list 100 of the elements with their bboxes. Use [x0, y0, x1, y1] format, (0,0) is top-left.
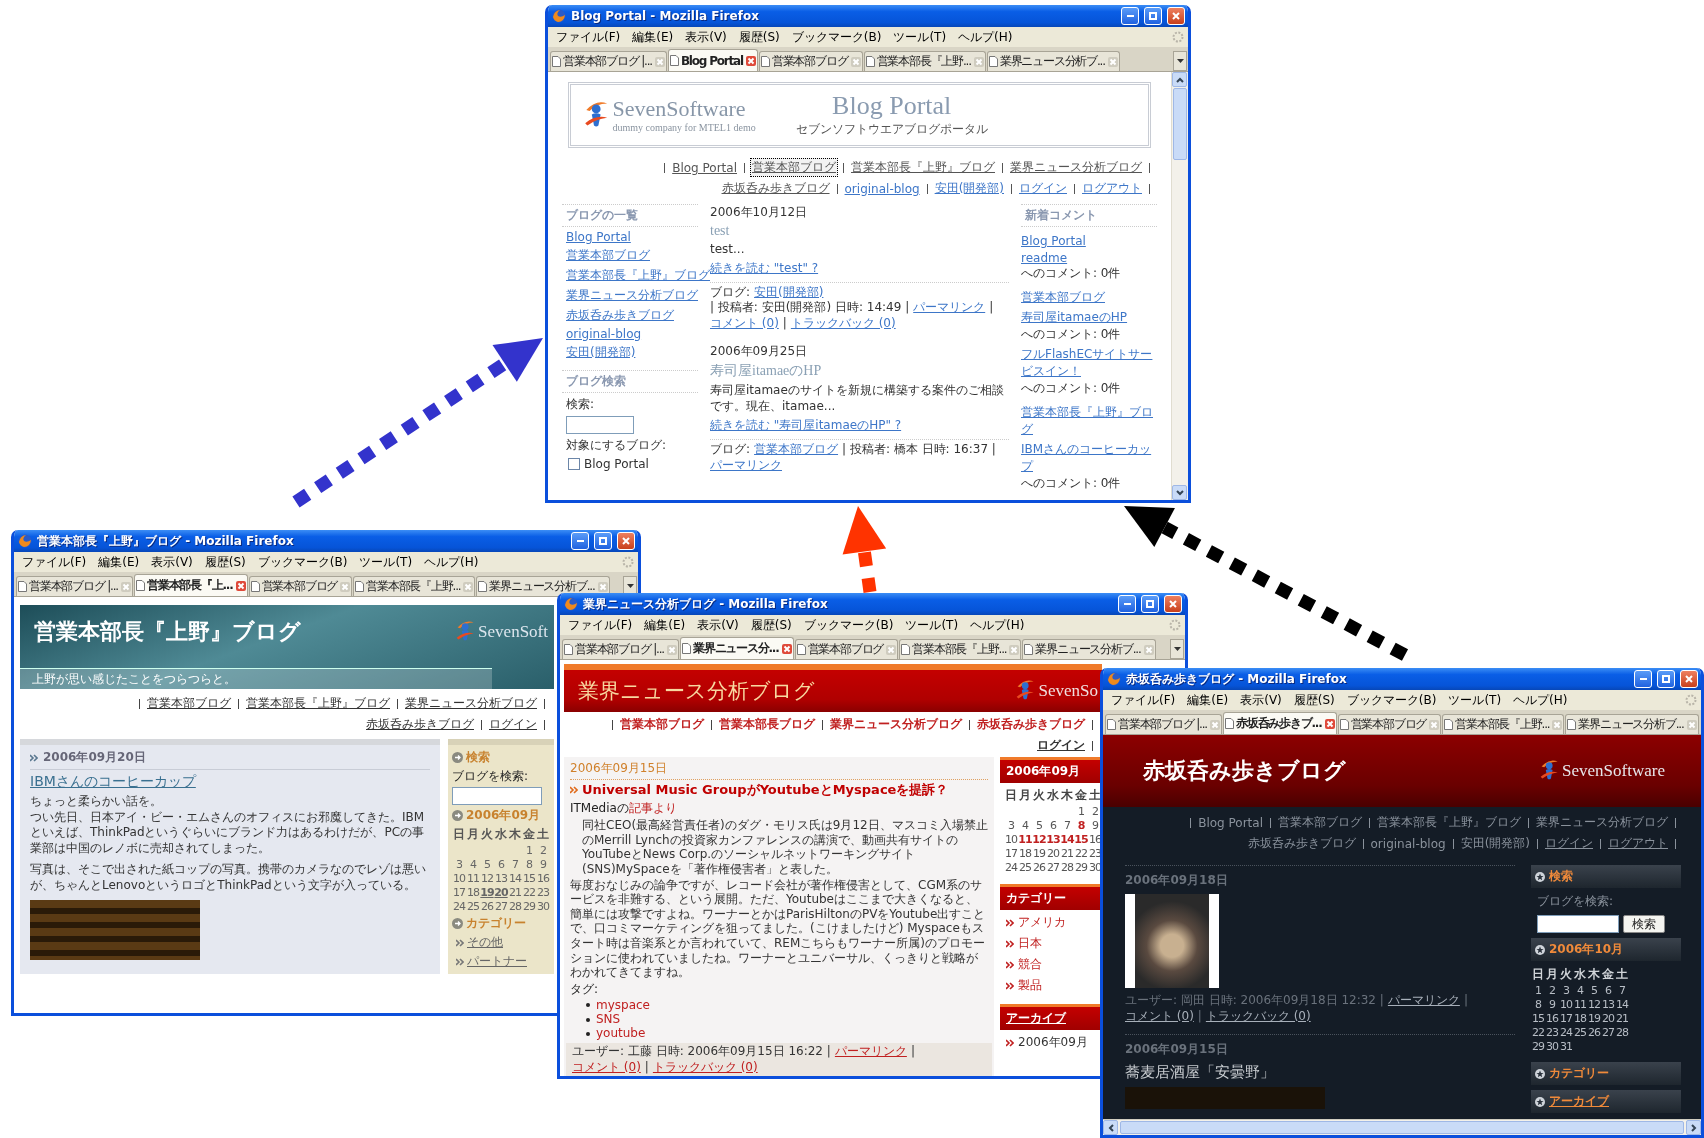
tag-link[interactable]: youtube: [596, 1027, 646, 1041]
calendar-day[interactable]: 12: [1032, 833, 1046, 846]
menu-item[interactable]: 履歴(S): [198, 553, 252, 571]
menu-item[interactable]: ヘルプ(H): [952, 28, 1019, 46]
blog-link[interactable]: 赤坂呑み歩きブログ: [566, 307, 674, 324]
tab[interactable]: 営業本部長『上...: [133, 574, 248, 596]
maximize-button[interactable]: [1144, 7, 1162, 25]
source-link[interactable]: 記事より: [628, 800, 677, 817]
meta-link[interactable]: パーマリンク: [834, 1044, 907, 1061]
category-link[interactable]: アメリカ: [1018, 914, 1066, 931]
scroll-left-button[interactable]: [1103, 1120, 1118, 1135]
menu-item[interactable]: 表示(V): [691, 616, 745, 634]
maximize-button[interactable]: [1141, 595, 1159, 613]
tab[interactable]: 営業本部長『上野...: [863, 51, 986, 71]
menu-item[interactable]: ツール(T): [353, 553, 419, 571]
nav-link[interactable]: 営業本部長『上野』ブログ: [849, 158, 997, 177]
tab-list-button[interactable]: [623, 576, 637, 596]
nav-link[interactable]: 営業本部長『上野』ブログ: [1375, 813, 1523, 832]
minimize-button[interactable]: [571, 532, 589, 550]
meta-link[interactable]: 安田(開発部): [754, 284, 824, 301]
category-link[interactable]: その他: [467, 934, 503, 951]
sidebar-heading[interactable]: アーカイブ: [1549, 1093, 1609, 1110]
comment-link[interactable]: フルFlashECサイトサービスイン！: [1021, 346, 1157, 380]
search-field[interactable]: [566, 416, 634, 434]
menu-item[interactable]: ヘルプ(H): [964, 616, 1031, 634]
tab-close-button[interactable]: [781, 643, 792, 654]
nav-link[interactable]: 営業本部長『上野』ブログ: [244, 694, 392, 713]
search-field[interactable]: [1537, 915, 1619, 933]
tab[interactable]: 営業本部ブログ |...: [1105, 714, 1222, 734]
menu-item[interactable]: ファイル(F): [16, 553, 93, 571]
blog-link[interactable]: 営業本部長『上野』ブログ: [566, 267, 710, 284]
calendar-day[interactable]: 19: [480, 886, 494, 899]
maximize-button[interactable]: [594, 532, 612, 550]
menu-item[interactable]: ブックマーク(B): [785, 28, 888, 46]
scrollbar-thumb[interactable]: [1120, 1121, 1684, 1134]
scroll-down-button[interactable]: [1172, 485, 1187, 500]
menu-item[interactable]: 表示(V): [145, 553, 199, 571]
nav-link[interactable]: 業界ニュース分析ブログ: [1534, 813, 1670, 832]
tab-list-button[interactable]: [1173, 51, 1187, 71]
menu-item[interactable]: ファイル(F): [550, 28, 627, 46]
tab[interactable]: 営業本部ブログ: [758, 51, 863, 71]
vertical-scrollbar[interactable]: [1171, 72, 1188, 500]
minimize-button[interactable]: [1634, 670, 1652, 688]
meta-link[interactable]: パーマリンク: [710, 457, 782, 474]
tab-close-button[interactable]: [745, 55, 756, 66]
menu-item[interactable]: ファイル(F): [562, 616, 639, 634]
sidebar-heading[interactable]: アーカイブ: [1000, 1004, 1102, 1030]
blog-link[interactable]: 安田(開発部): [566, 344, 636, 361]
tag-link[interactable]: SNS: [596, 1013, 621, 1027]
category-link[interactable]: 日本: [1018, 935, 1042, 952]
tab[interactable]: 営業本部長『上野...: [899, 639, 1022, 659]
nav-link[interactable]: ログアウト: [1606, 834, 1670, 853]
tab-close-button[interactable]: [235, 580, 246, 591]
minimize-button[interactable]: [1121, 7, 1139, 25]
menu-item[interactable]: 編集(E): [638, 616, 692, 634]
tab[interactable]: 赤坂呑み歩きブ...: [1222, 712, 1337, 734]
tab[interactable]: 業界ニュース分析ブ...: [986, 51, 1120, 71]
read-more-link[interactable]: 続きを読む "寿司屋itamaeのHP" ?: [710, 417, 902, 435]
comment-link[interactable]: readme: [1021, 251, 1068, 265]
meta-link[interactable]: トラックバック (0): [1205, 1008, 1311, 1025]
tab[interactable]: 業界ニュース分析ブ...: [1565, 714, 1699, 734]
tab[interactable]: 業界ニュース分析ブ...: [476, 576, 610, 596]
tag-link[interactable]: myspace: [596, 998, 650, 1013]
meta-link[interactable]: コメント (0): [710, 316, 779, 332]
tab[interactable]: 営業本部ブログ: [794, 639, 899, 659]
blog-link[interactable]: Blog Portal: [566, 230, 631, 244]
nav-link[interactable]: ログアウト: [1080, 179, 1144, 198]
checkbox[interactable]: [568, 458, 580, 470]
category-link[interactable]: パートナー: [467, 953, 527, 970]
menu-item[interactable]: ブックマーク(B): [1340, 691, 1443, 709]
category-link[interactable]: 製品: [1018, 977, 1042, 994]
nav-link[interactable]: ログイン: [1017, 179, 1069, 198]
calendar-day[interactable]: 15: [1074, 833, 1088, 846]
blog-link[interactable]: 業界ニュース分析ブログ: [566, 287, 698, 304]
nav-link[interactable]: 赤坂呑み歩きブログ: [975, 715, 1087, 734]
nav-link[interactable]: 営業本部ブログ: [145, 694, 233, 713]
close-button[interactable]: [1164, 595, 1182, 613]
search-field[interactable]: [452, 787, 542, 805]
nav-link[interactable]: 営業本部長ブログ: [717, 715, 817, 734]
read-more-link[interactable]: 続きを読む "test" ?: [710, 259, 819, 277]
category-link[interactable]: 競合: [1018, 956, 1042, 973]
close-button[interactable]: [1680, 670, 1698, 688]
menu-item[interactable]: ブックマーク(B): [251, 553, 354, 571]
search-button[interactable]: 検索: [1623, 915, 1665, 933]
tab[interactable]: 営業本部ブログ: [1337, 714, 1442, 734]
menu-item[interactable]: ツール(T): [887, 28, 953, 46]
tab-list-button[interactable]: [1170, 639, 1184, 659]
nav-link[interactable]: 赤坂呑み歩きブログ: [364, 715, 476, 734]
meta-link[interactable]: コメント (0): [572, 1060, 641, 1076]
menu-item[interactable]: 履歴(S): [744, 616, 798, 634]
nav-link[interactable]: 営業本部ブログ: [750, 158, 838, 177]
menu-item[interactable]: 編集(E): [1181, 691, 1235, 709]
menu-item[interactable]: 履歴(S): [1287, 691, 1341, 709]
nav-link[interactable]: 業界ニュース分析ブログ: [828, 715, 964, 734]
nav-link[interactable]: 営業本部ブログ: [1276, 813, 1364, 832]
menu-item[interactable]: 編集(E): [92, 553, 146, 571]
calendar-day[interactable]: 13: [1046, 833, 1060, 846]
tab[interactable]: 営業本部ブログ |...: [550, 51, 667, 71]
tab[interactable]: 営業本部長『上野...: [1442, 714, 1565, 734]
nav-link[interactable]: 安田(開発部): [1458, 834, 1532, 853]
